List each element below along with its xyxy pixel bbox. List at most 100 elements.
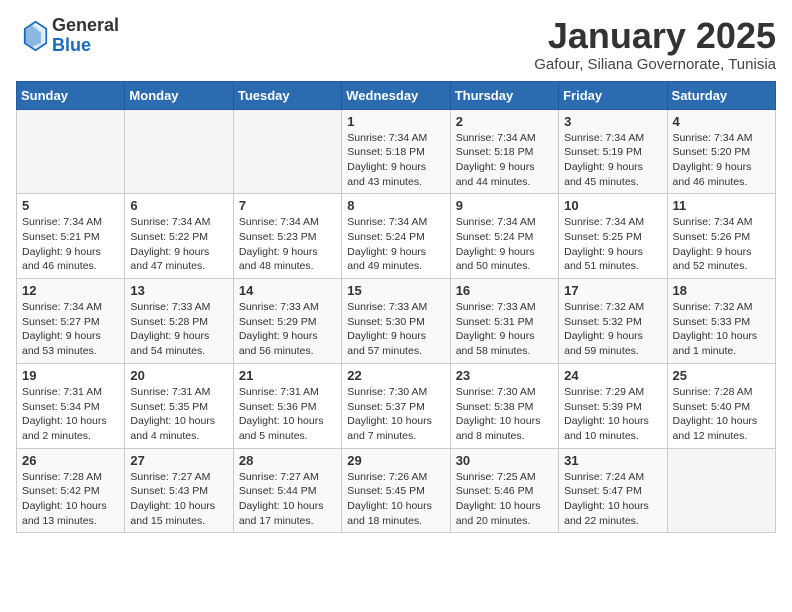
logo-text: General Blue bbox=[52, 16, 119, 56]
page-header: General Blue January 2025 Gafour, Silian… bbox=[16, 16, 776, 73]
day-number: 17 bbox=[564, 283, 661, 298]
calendar-cell: 3 Sunrise: 7:34 AM Sunset: 5:19 PM Daylig… bbox=[559, 109, 667, 194]
logo: General Blue bbox=[16, 16, 119, 56]
day-info: Sunrise: 7:34 AM Sunset: 5:26 PM Dayligh… bbox=[673, 215, 770, 274]
column-header-thursday: Thursday bbox=[450, 81, 558, 109]
day-number: 1 bbox=[347, 114, 444, 129]
day-info: Sunrise: 7:30 AM Sunset: 5:37 PM Dayligh… bbox=[347, 385, 444, 444]
day-info: Sunrise: 7:31 AM Sunset: 5:36 PM Dayligh… bbox=[239, 385, 336, 444]
calendar-cell: 18 Sunrise: 7:32 AM Sunset: 5:33 PM Dayli… bbox=[667, 279, 775, 364]
calendar-header-row: SundayMondayTuesdayWednesdayThursdayFrid… bbox=[17, 81, 776, 109]
day-number: 5 bbox=[22, 198, 119, 213]
day-info: Sunrise: 7:28 AM Sunset: 5:40 PM Dayligh… bbox=[673, 385, 770, 444]
day-info: Sunrise: 7:31 AM Sunset: 5:35 PM Dayligh… bbox=[130, 385, 227, 444]
calendar-cell: 22 Sunrise: 7:30 AM Sunset: 5:37 PM Dayli… bbox=[342, 363, 450, 448]
calendar-cell: 28 Sunrise: 7:27 AM Sunset: 5:44 PM Dayli… bbox=[233, 448, 341, 533]
day-info: Sunrise: 7:34 AM Sunset: 5:27 PM Dayligh… bbox=[22, 300, 119, 359]
day-number: 31 bbox=[564, 453, 661, 468]
calendar-cell: 13Sunrise: 7:33 AM Sunset: 5:28 PM Dayli… bbox=[125, 279, 233, 364]
calendar-cell: 9Sunrise: 7:34 AM Sunset: 5:24 PM Daylig… bbox=[450, 194, 558, 279]
day-info: Sunrise: 7:29 AM Sunset: 5:39 PM Dayligh… bbox=[564, 385, 661, 444]
day-number: 12 bbox=[22, 283, 119, 298]
day-number: 19 bbox=[22, 368, 119, 383]
day-number: 7 bbox=[239, 198, 336, 213]
day-number: 28 bbox=[239, 453, 336, 468]
day-info: Sunrise: 7:34 AM Sunset: 5:22 PM Dayligh… bbox=[130, 215, 227, 274]
calendar-cell: 23 Sunrise: 7:30 AM Sunset: 5:38 PM Dayli… bbox=[450, 363, 558, 448]
day-info: Sunrise: 7:34 AM Sunset: 5:20 PM Dayligh… bbox=[673, 131, 770, 190]
day-info: Sunrise: 7:34 AM Sunset: 5:24 PM Dayligh… bbox=[456, 215, 553, 274]
calendar-table: SundayMondayTuesdayWednesdayThursdayFrid… bbox=[16, 81, 776, 534]
day-number: 25 bbox=[673, 368, 770, 383]
day-number: 22 bbox=[347, 368, 444, 383]
calendar-cell: 27Sunrise: 7:27 AM Sunset: 5:43 PM Dayli… bbox=[125, 448, 233, 533]
day-number: 6 bbox=[130, 198, 227, 213]
calendar-cell: 14 Sunrise: 7:33 AM Sunset: 5:29 PM Dayli… bbox=[233, 279, 341, 364]
day-number: 10 bbox=[564, 198, 661, 213]
calendar-cell: 7Sunrise: 7:34 AM Sunset: 5:23 PM Daylig… bbox=[233, 194, 341, 279]
day-info: Sunrise: 7:32 AM Sunset: 5:33 PM Dayligh… bbox=[673, 300, 770, 359]
day-info: Sunrise: 7:34 AM Sunset: 5:25 PM Dayligh… bbox=[564, 215, 661, 274]
day-info: Sunrise: 7:27 AM Sunset: 5:44 PM Dayligh… bbox=[239, 470, 336, 529]
day-number: 14 bbox=[239, 283, 336, 298]
day-number: 18 bbox=[673, 283, 770, 298]
logo-icon bbox=[16, 20, 48, 52]
calendar-cell: 19 Sunrise: 7:31 AM Sunset: 5:34 PM Dayli… bbox=[17, 363, 125, 448]
day-number: 16 bbox=[456, 283, 553, 298]
day-number: 2 bbox=[456, 114, 553, 129]
column-header-sunday: Sunday bbox=[17, 81, 125, 109]
day-number: 21 bbox=[239, 368, 336, 383]
day-info: Sunrise: 7:34 AM Sunset: 5:18 PM Dayligh… bbox=[347, 131, 444, 190]
day-info: Sunrise: 7:34 AM Sunset: 5:19 PM Dayligh… bbox=[564, 131, 661, 190]
calendar-cell: 8Sunrise: 7:34 AM Sunset: 5:24 PM Daylig… bbox=[342, 194, 450, 279]
calendar-cell: 21 Sunrise: 7:31 AM Sunset: 5:36 PM Dayli… bbox=[233, 363, 341, 448]
day-info: Sunrise: 7:34 AM Sunset: 5:21 PM Dayligh… bbox=[22, 215, 119, 274]
day-info: Sunrise: 7:33 AM Sunset: 5:29 PM Dayligh… bbox=[239, 300, 336, 359]
calendar-cell: 17 Sunrise: 7:32 AM Sunset: 5:32 PM Dayli… bbox=[559, 279, 667, 364]
day-number: 3 bbox=[564, 114, 661, 129]
calendar-week-row: 19 Sunrise: 7:31 AM Sunset: 5:34 PM Dayli… bbox=[17, 363, 776, 448]
day-number: 30 bbox=[456, 453, 553, 468]
day-info: Sunrise: 7:34 AM Sunset: 5:18 PM Dayligh… bbox=[456, 131, 553, 190]
day-info: Sunrise: 7:32 AM Sunset: 5:32 PM Dayligh… bbox=[564, 300, 661, 359]
column-header-wednesday: Wednesday bbox=[342, 81, 450, 109]
calendar-cell bbox=[233, 109, 341, 194]
column-header-monday: Monday bbox=[125, 81, 233, 109]
day-info: Sunrise: 7:25 AM Sunset: 5:46 PM Dayligh… bbox=[456, 470, 553, 529]
day-info: Sunrise: 7:31 AM Sunset: 5:34 PM Dayligh… bbox=[22, 385, 119, 444]
day-info: Sunrise: 7:28 AM Sunset: 5:42 PM Dayligh… bbox=[22, 470, 119, 529]
calendar-cell bbox=[125, 109, 233, 194]
calendar-cell: 5 Sunrise: 7:34 AM Sunset: 5:21 PM Daylig… bbox=[17, 194, 125, 279]
calendar-cell: 26 Sunrise: 7:28 AM Sunset: 5:42 PM Dayli… bbox=[17, 448, 125, 533]
calendar-cell: 11 Sunrise: 7:34 AM Sunset: 5:26 PM Dayli… bbox=[667, 194, 775, 279]
calendar-cell: 1 Sunrise: 7:34 AM Sunset: 5:18 PM Daylig… bbox=[342, 109, 450, 194]
calendar-cell: 6 Sunrise: 7:34 AM Sunset: 5:22 PM Daylig… bbox=[125, 194, 233, 279]
day-info: Sunrise: 7:33 AM Sunset: 5:30 PM Dayligh… bbox=[347, 300, 444, 359]
calendar-cell: 2 Sunrise: 7:34 AM Sunset: 5:18 PM Daylig… bbox=[450, 109, 558, 194]
calendar-week-row: 26 Sunrise: 7:28 AM Sunset: 5:42 PM Dayli… bbox=[17, 448, 776, 533]
calendar-cell: 16 Sunrise: 7:33 AM Sunset: 5:31 PM Dayli… bbox=[450, 279, 558, 364]
day-number: 8 bbox=[347, 198, 444, 213]
calendar-cell bbox=[17, 109, 125, 194]
column-header-tuesday: Tuesday bbox=[233, 81, 341, 109]
calendar-cell: 10 Sunrise: 7:34 AM Sunset: 5:25 PM Dayli… bbox=[559, 194, 667, 279]
day-number: 26 bbox=[22, 453, 119, 468]
day-number: 15 bbox=[347, 283, 444, 298]
day-number: 23 bbox=[456, 368, 553, 383]
calendar-cell: 4Sunrise: 7:34 AM Sunset: 5:20 PM Daylig… bbox=[667, 109, 775, 194]
calendar-week-row: 5 Sunrise: 7:34 AM Sunset: 5:21 PM Daylig… bbox=[17, 194, 776, 279]
day-info: Sunrise: 7:27 AM Sunset: 5:43 PM Dayligh… bbox=[130, 470, 227, 529]
day-info: Sunrise: 7:33 AM Sunset: 5:28 PM Dayligh… bbox=[130, 300, 227, 359]
calendar-cell: 24Sunrise: 7:29 AM Sunset: 5:39 PM Dayli… bbox=[559, 363, 667, 448]
calendar-cell: 30 Sunrise: 7:25 AM Sunset: 5:46 PM Dayli… bbox=[450, 448, 558, 533]
day-info: Sunrise: 7:30 AM Sunset: 5:38 PM Dayligh… bbox=[456, 385, 553, 444]
day-info: Sunrise: 7:33 AM Sunset: 5:31 PM Dayligh… bbox=[456, 300, 553, 359]
day-number: 29 bbox=[347, 453, 444, 468]
day-info: Sunrise: 7:26 AM Sunset: 5:45 PM Dayligh… bbox=[347, 470, 444, 529]
calendar-cell: 15 Sunrise: 7:33 AM Sunset: 5:30 PM Dayli… bbox=[342, 279, 450, 364]
day-number: 20 bbox=[130, 368, 227, 383]
day-number: 11 bbox=[673, 198, 770, 213]
calendar-cell bbox=[667, 448, 775, 533]
calendar-cell: 25 Sunrise: 7:28 AM Sunset: 5:40 PM Dayli… bbox=[667, 363, 775, 448]
column-header-saturday: Saturday bbox=[667, 81, 775, 109]
